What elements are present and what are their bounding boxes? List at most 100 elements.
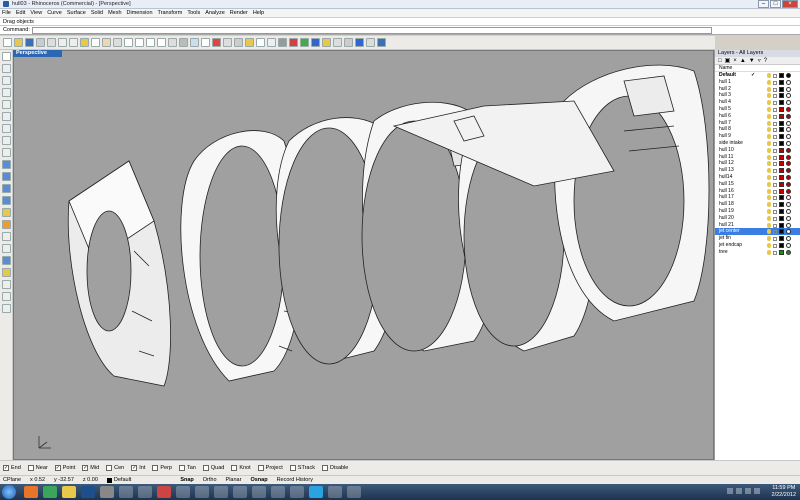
- material-swatch[interactable]: [786, 249, 791, 255]
- app-icon[interactable]: [233, 486, 247, 498]
- osnap-cen[interactable]: Cen: [106, 465, 124, 471]
- layer-color-swatch[interactable]: [779, 174, 784, 180]
- material-swatch[interactable]: [786, 106, 791, 112]
- volume-icon[interactable]: [754, 488, 760, 494]
- zoom-extents-icon[interactable]: [146, 38, 155, 47]
- close-button[interactable]: ×: [782, 0, 798, 8]
- layer-row[interactable]: hull 1: [715, 79, 800, 86]
- text-icon[interactable]: [1, 304, 11, 313]
- material-swatch[interactable]: [786, 208, 791, 214]
- lock-icon[interactable]: [773, 107, 777, 112]
- layer-color-swatch[interactable]: [779, 242, 784, 248]
- new-layer-icon[interactable]: □: [718, 58, 722, 64]
- lock-icon[interactable]: [773, 250, 777, 255]
- visibility-bulb-icon[interactable]: [767, 73, 771, 78]
- maximize-button[interactable]: □: [770, 0, 781, 8]
- layer-row[interactable]: jet fin: [715, 235, 800, 242]
- layer-color-swatch[interactable]: [779, 168, 784, 174]
- app-icon[interactable]: [252, 486, 266, 498]
- visibility-bulb-icon[interactable]: [767, 174, 771, 180]
- lock-icon[interactable]: [773, 169, 777, 174]
- boolean-icon[interactable]: [1, 256, 11, 265]
- perspective-viewport[interactable]: [13, 50, 714, 460]
- rectangle-icon[interactable]: [1, 124, 11, 133]
- layer-color-swatch[interactable]: [779, 195, 784, 201]
- rhino-icon[interactable]: [100, 486, 114, 498]
- rotate-view-icon[interactable]: [113, 38, 122, 47]
- lock-icon[interactable]: [773, 182, 777, 187]
- folder-icon[interactable]: [62, 486, 76, 498]
- surface-icon[interactable]: [1, 160, 11, 169]
- visibility-bulb-icon[interactable]: [767, 106, 771, 112]
- layer-row[interactable]: hull 15: [715, 181, 800, 188]
- visibility-bulb-icon[interactable]: [767, 113, 771, 119]
- app-icon[interactable]: [119, 486, 133, 498]
- help-icon[interactable]: [355, 38, 364, 47]
- layer-row[interactable]: jet center: [715, 228, 800, 236]
- visibility-bulb-icon[interactable]: [767, 208, 771, 214]
- osnap-point[interactable]: ✓ Point: [54, 465, 75, 471]
- lock-icon[interactable]: [773, 148, 777, 153]
- four-viewports-icon[interactable]: [179, 38, 188, 47]
- extrude-icon[interactable]: [1, 172, 11, 181]
- layer-color-swatch[interactable]: [779, 229, 784, 235]
- split-icon[interactable]: [1, 244, 11, 253]
- layer-color-swatch[interactable]: [779, 222, 784, 228]
- undo-view-icon[interactable]: [168, 38, 177, 47]
- box-icon[interactable]: [1, 184, 11, 193]
- layer-row[interactable]: hull 3: [715, 92, 800, 99]
- app-icon[interactable]: [138, 486, 152, 498]
- light-icon[interactable]: [322, 38, 331, 47]
- material-swatch[interactable]: [786, 120, 791, 126]
- visibility-bulb-icon[interactable]: [767, 134, 771, 140]
- transform-icon[interactable]: [1, 268, 11, 277]
- layer-color-swatch[interactable]: [779, 93, 784, 99]
- layer-color-swatch[interactable]: [779, 120, 784, 126]
- layer-row[interactable]: Default ✓: [715, 72, 800, 79]
- copy-icon[interactable]: [69, 38, 78, 47]
- layer-row[interactable]: jet endcap: [715, 242, 800, 249]
- lock-icon[interactable]: [773, 80, 777, 85]
- osnap-checkbox[interactable]: [152, 465, 159, 471]
- tool-a-icon[interactable]: [366, 38, 375, 47]
- osnap-project[interactable]: Project: [257, 465, 283, 471]
- status-ortho[interactable]: Ortho: [203, 477, 217, 483]
- layer-row[interactable]: hull 10: [715, 147, 800, 154]
- material-swatch[interactable]: [786, 93, 791, 99]
- layer-color-swatch[interactable]: [779, 161, 784, 167]
- visibility-bulb-icon[interactable]: [767, 120, 771, 126]
- material-swatch[interactable]: [786, 168, 791, 174]
- new-sublayer-icon[interactable]: ▣: [725, 57, 731, 64]
- paste-icon[interactable]: [80, 38, 89, 47]
- layer-color-swatch[interactable]: [779, 249, 784, 255]
- visibility-bulb-icon[interactable]: [767, 236, 771, 242]
- layer-color-swatch[interactable]: [779, 215, 784, 221]
- layer-row[interactable]: hull 8: [715, 126, 800, 133]
- save-icon[interactable]: [25, 38, 34, 47]
- lock-icon[interactable]: [234, 38, 243, 47]
- tray-icon[interactable]: [736, 488, 742, 494]
- lock-icon[interactable]: [773, 203, 777, 208]
- visibility-bulb-icon[interactable]: [767, 140, 771, 146]
- new-file-icon[interactable]: [3, 38, 12, 47]
- ortho-view-icon[interactable]: [333, 38, 342, 47]
- skype-icon[interactable]: [309, 486, 323, 498]
- osnap-checkbox[interactable]: [322, 465, 328, 471]
- material-swatch[interactable]: [786, 154, 791, 160]
- material-swatch[interactable]: [786, 73, 791, 78]
- status-planar[interactable]: Planar: [226, 477, 242, 483]
- material-swatch[interactable]: [786, 181, 791, 187]
- menu-analyze[interactable]: Analyze: [205, 10, 225, 16]
- cplane-icon[interactable]: [190, 38, 199, 47]
- osnap-mid[interactable]: ✓ Mid: [82, 465, 99, 471]
- material-swatch[interactable]: [786, 161, 791, 167]
- layer-row[interactable]: hull14: [715, 174, 800, 181]
- mesh-icon[interactable]: [1, 208, 11, 217]
- layer-row[interactable]: hull 6: [715, 113, 800, 120]
- start-button[interactable]: [2, 485, 16, 499]
- material-swatch[interactable]: [786, 202, 791, 208]
- material-swatch[interactable]: [786, 147, 791, 153]
- layer-color-swatch[interactable]: [779, 113, 784, 119]
- osnap-checkbox[interactable]: ✓: [131, 465, 138, 471]
- chrome-icon[interactable]: [43, 486, 57, 498]
